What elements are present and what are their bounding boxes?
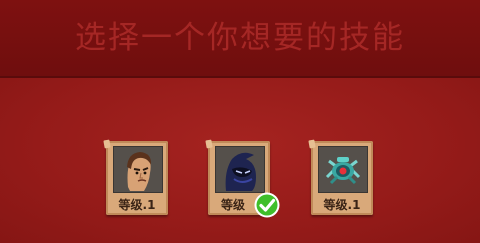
hooded-ninja-portrait-icon bbox=[215, 146, 265, 193]
page-title: 选择一个你想要的技能 bbox=[75, 20, 405, 56]
selected-check-icon bbox=[253, 191, 281, 219]
skill-card-3[interactable]: 等级.1 bbox=[311, 141, 373, 215]
skill-card-1[interactable]: 等级.1 bbox=[106, 141, 168, 215]
skill-level-label: 等级.1 bbox=[118, 198, 156, 212]
skill-level-label: 等级.1 bbox=[323, 198, 361, 212]
human-face-portrait-icon bbox=[113, 146, 163, 193]
header-bar: 选择一个你想要的技能 bbox=[0, 0, 480, 78]
mech-spider-robot-icon bbox=[318, 146, 368, 193]
